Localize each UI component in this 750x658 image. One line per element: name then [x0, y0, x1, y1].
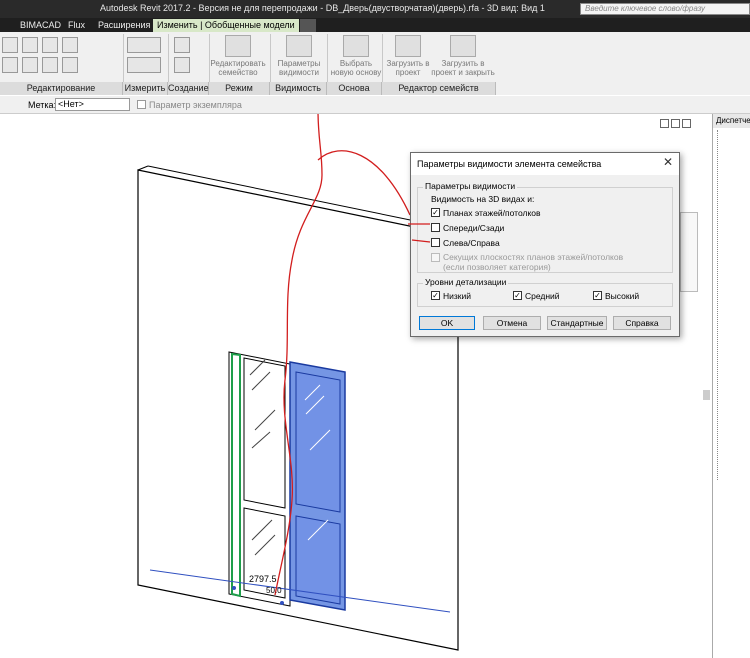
panel-label-edit: Редактирование	[0, 82, 123, 95]
load-into-project-button[interactable]: Загрузить в проект	[380, 35, 436, 81]
dialog-title: Параметры видимости элемента семейства	[417, 159, 602, 169]
detail-group-label: Уровни детализации	[423, 277, 509, 287]
create-similar-icon[interactable]	[174, 57, 190, 73]
visibility-group-label: Параметры видимости	[423, 181, 518, 191]
browser-header: Диспетчер	[713, 114, 750, 128]
instance-param-label: Параметр экземпляра	[149, 100, 242, 110]
instance-param-checkbox[interactable]	[137, 100, 146, 109]
tab-extensions[interactable]: Расширения	[94, 19, 154, 32]
annotation-underline	[408, 223, 431, 243]
restore-view-icon[interactable]	[671, 119, 680, 128]
panel-label-visibility: Видимость	[270, 82, 327, 95]
load-into-project-label: Загрузить в проект	[386, 59, 430, 77]
load-project-close-button[interactable]: Загрузить в проект и закрыть	[430, 35, 496, 81]
load-close-icon	[450, 35, 476, 57]
visibility-settings-label: Параметры видимости	[277, 59, 321, 77]
search-input[interactable]: Введите ключевое слово/фразу	[580, 3, 750, 15]
default-button[interactable]: Стандартные	[547, 316, 607, 330]
help-button[interactable]: Справка	[613, 316, 671, 330]
visible-in-3d-label: Видимость на 3D видах и:	[431, 194, 535, 204]
visibility-settings-button[interactable]: Параметры видимости	[271, 35, 327, 81]
create-group-icon[interactable]	[174, 37, 190, 53]
close-view-icon[interactable]	[682, 119, 691, 128]
cut-planes-note: (если позволяет категория)	[443, 262, 551, 272]
browser-tree[interactable]	[717, 130, 747, 480]
dimension-icon[interactable]	[127, 57, 161, 73]
vertical-scrollbar[interactable]	[703, 390, 710, 400]
tab-partial[interactable]	[0, 19, 8, 32]
view-controls	[660, 119, 710, 133]
dimension-label-2: 50.0	[266, 586, 282, 595]
cut-planes-checkbox	[431, 253, 440, 262]
floor-plans-checkbox[interactable]: ✓	[431, 208, 440, 217]
rotate-icon[interactable]	[22, 57, 38, 73]
visibility-settings-icon	[286, 35, 312, 57]
dialog-body: Параметры видимости Видимость на 3D вида…	[411, 175, 679, 336]
detail-medium-checkbox[interactable]: ✓	[513, 291, 522, 300]
detail-high-checkbox[interactable]: ✓	[593, 291, 602, 300]
ribbon: Редактировать семейство Параметры видимо…	[0, 32, 750, 95]
window-title: Autodesk Revit 2017.2 - Версия не для пе…	[100, 3, 545, 13]
cut-planes-label: Секущих плоскостях планов этажей/потолко…	[443, 252, 624, 262]
dimension-label: 2797.5	[249, 574, 277, 584]
tab-bimacad[interactable]: BIMACAD	[16, 19, 65, 32]
floor-plans-label: Планах этажей/потолков	[443, 208, 541, 218]
visibility-dialog: Параметры видимости элемента семейства ✕…	[410, 152, 680, 337]
edit-family-icon	[225, 35, 251, 57]
split-icon[interactable]	[62, 57, 78, 73]
ribbon-tabs: BIMACAD Flux Расширения Изменить | Обобщ…	[0, 18, 750, 32]
close-icon[interactable]: ✕	[663, 155, 673, 169]
minimize-view-icon[interactable]	[660, 119, 669, 128]
tab-flux[interactable]: Flux	[64, 19, 89, 32]
label-select[interactable]: <Нет>	[55, 98, 130, 111]
cancel-button[interactable]: Отмена	[483, 316, 541, 330]
measure-icon[interactable]	[127, 37, 161, 53]
tab-collapse-icon[interactable]	[300, 19, 316, 32]
tab-modify-generic-models[interactable]: Изменить | Обобщенные модели	[153, 19, 299, 32]
ok-button[interactable]: OK	[419, 316, 475, 330]
load-project-close-label: Загрузить в проект и закрыть	[431, 59, 495, 77]
title-bar: Autodesk Revit 2017.2 - Версия не для пе…	[0, 0, 750, 18]
front-back-label: Спереди/Сзади	[443, 223, 505, 233]
pick-new-host-label: Выбрать новую основу	[330, 59, 382, 77]
options-bar: Метка: <Нет> Параметр экземпляра	[0, 96, 750, 114]
project-browser: Диспетчер	[712, 114, 750, 658]
panel-label-create: Создание	[168, 82, 209, 95]
create-tools	[172, 36, 208, 76]
measure-tools	[125, 36, 167, 76]
navigation-bar[interactable]	[680, 212, 698, 292]
modify-tools-grid	[0, 36, 80, 76]
panel-label-host: Основа	[327, 82, 382, 95]
edit-family-label: Редактировать семейство	[210, 59, 266, 77]
pick-new-host-button[interactable]: Выбрать новую основу	[328, 35, 384, 81]
edit-family-button[interactable]: Редактировать семейство	[210, 35, 266, 81]
panel-label-measure: Измерить	[123, 82, 168, 95]
detail-high-label: Высокий	[605, 291, 640, 301]
mirror-axis-icon[interactable]	[62, 37, 78, 53]
align-icon[interactable]	[2, 37, 18, 53]
detail-low-label: Низкий	[443, 291, 471, 301]
panel-label-mode: Режим	[209, 82, 270, 95]
pick-host-icon	[343, 35, 369, 57]
move-icon[interactable]	[2, 57, 18, 73]
detail-medium-label: Средний	[525, 291, 560, 301]
trim-icon[interactable]	[42, 57, 58, 73]
left-right-label: Слева/Справа	[443, 238, 500, 248]
offset-icon[interactable]	[22, 37, 38, 53]
label-label: Метка:	[28, 100, 57, 110]
detail-low-checkbox[interactable]: ✓	[431, 291, 440, 300]
load-project-icon	[395, 35, 421, 57]
panel-label-family-editor: Редактор семейств	[382, 82, 496, 95]
mirror-icon[interactable]	[42, 37, 58, 53]
